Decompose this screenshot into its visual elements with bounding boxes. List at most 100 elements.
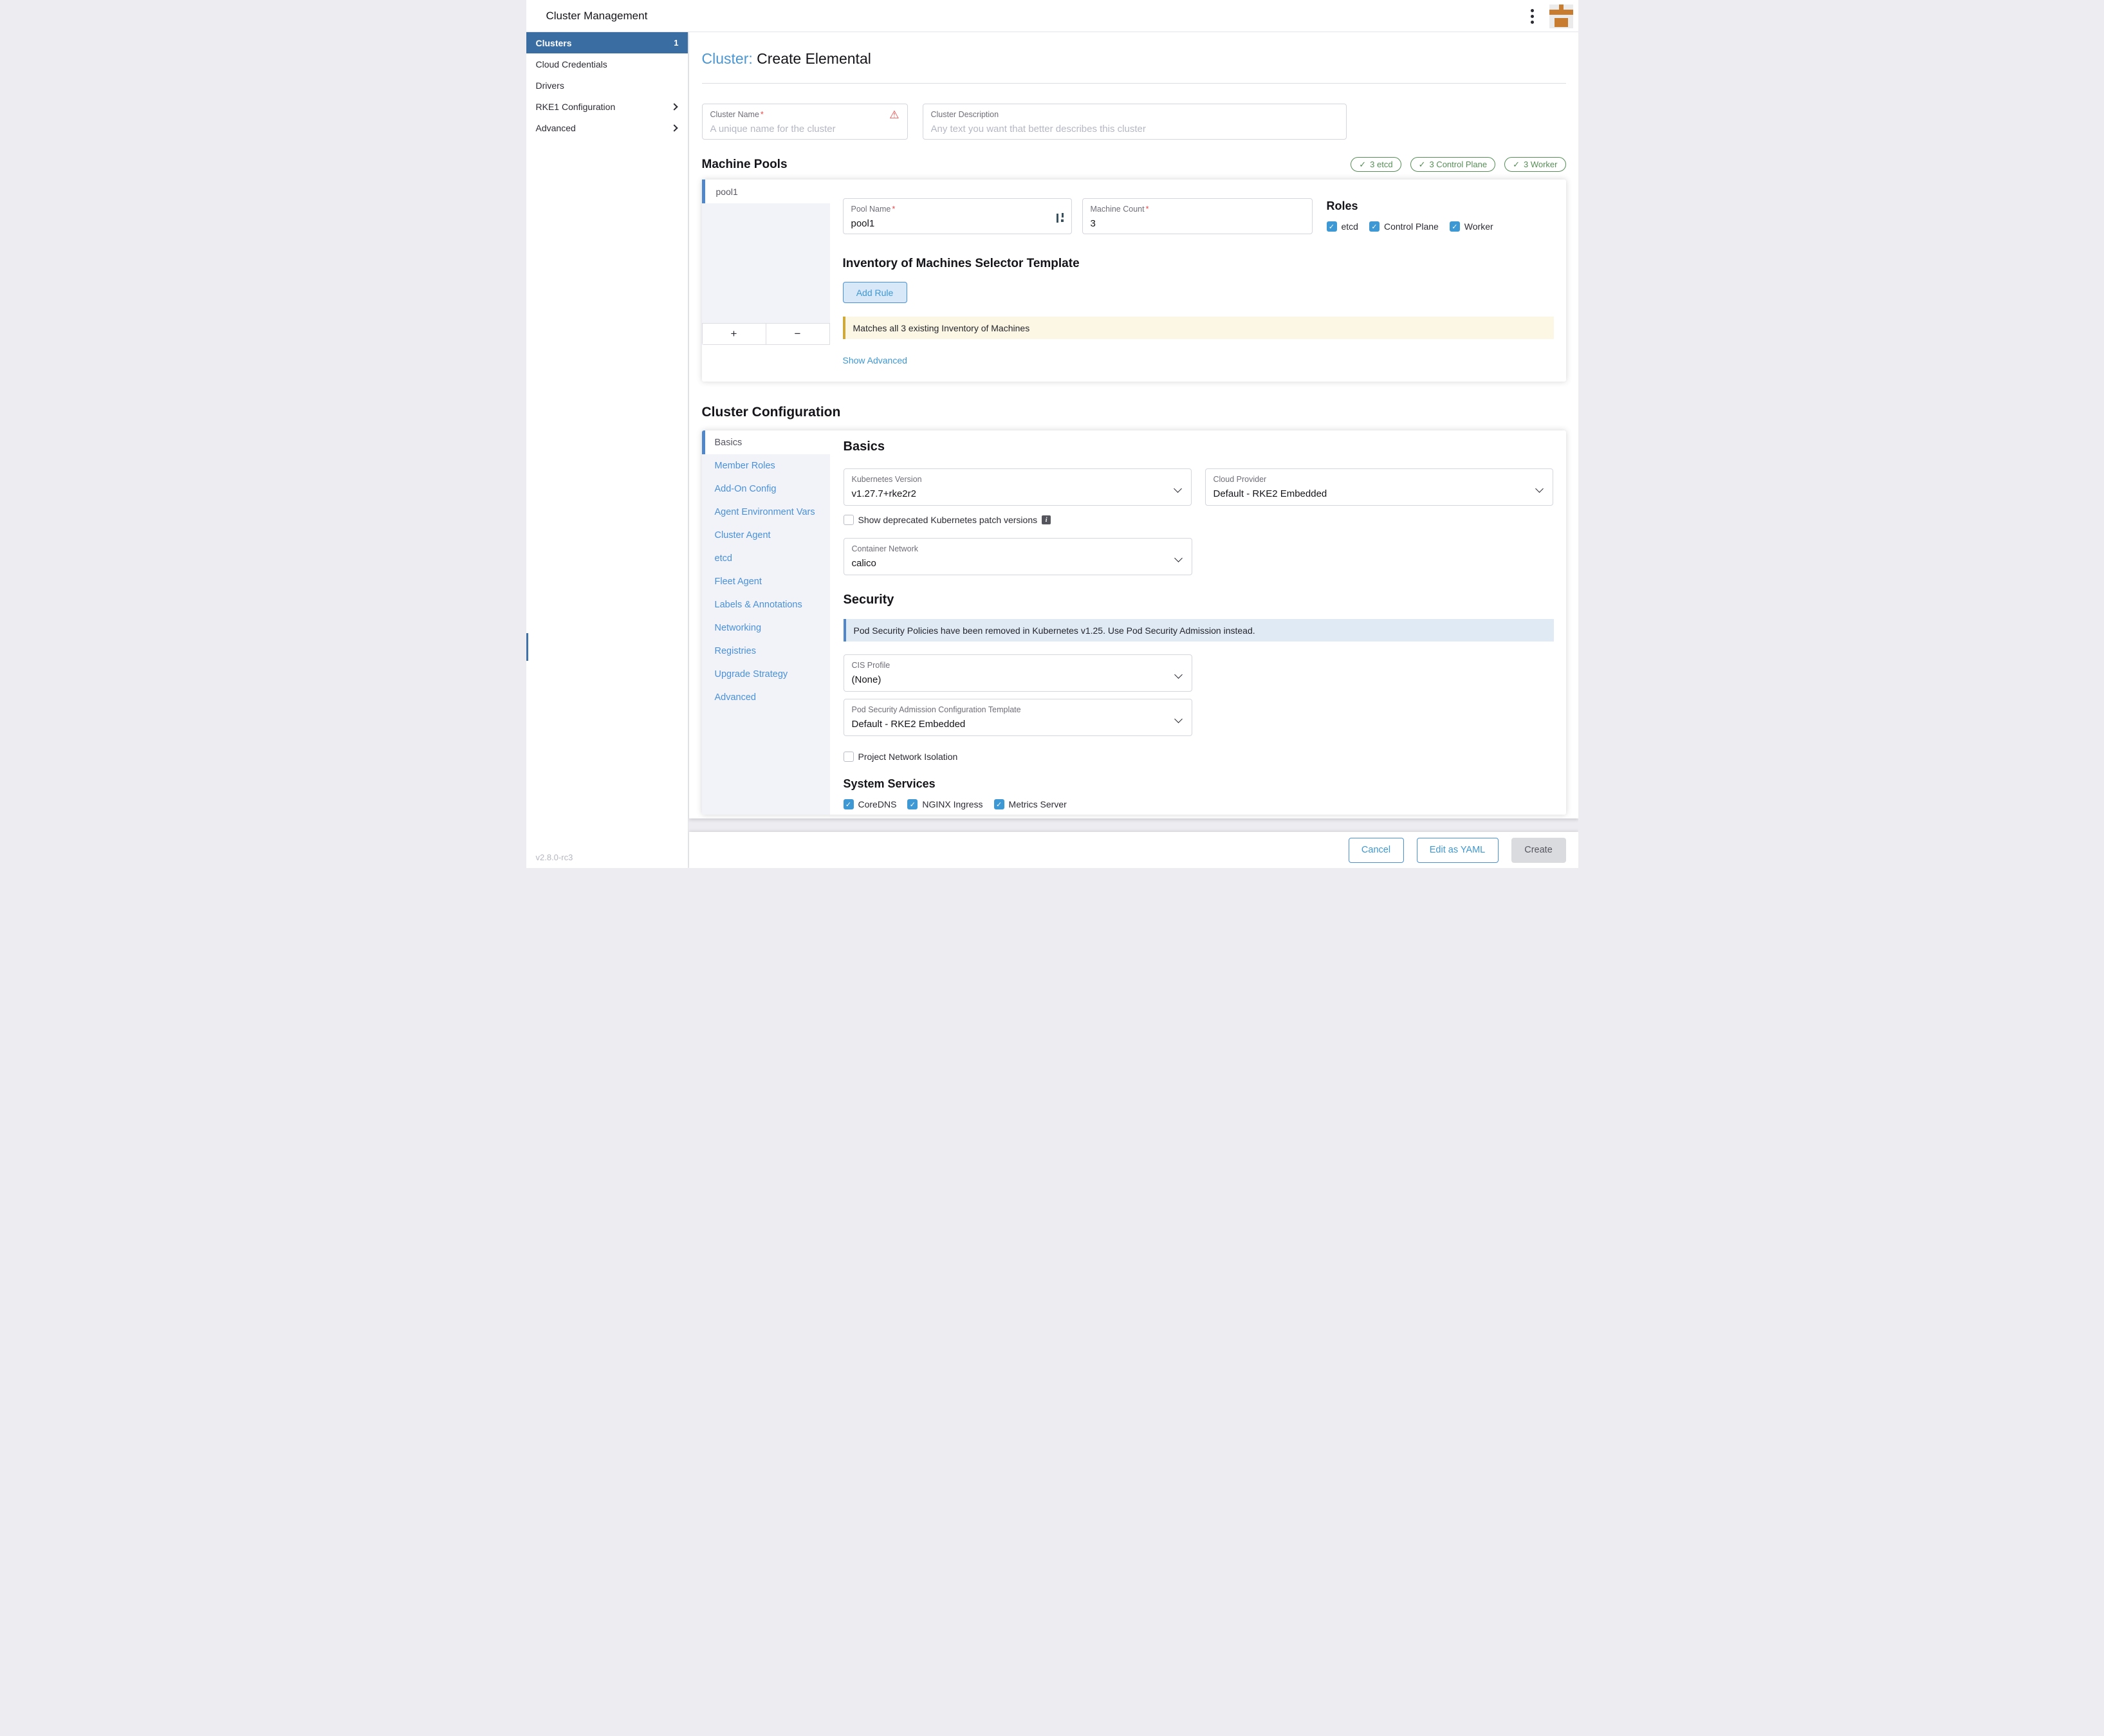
- roles-checkboxes: ✓etcd ✓Control Plane ✓Worker: [1327, 221, 1493, 232]
- config-tab-advanced[interactable]: Advanced: [702, 686, 830, 709]
- config-tab-etcd[interactable]: etcd: [702, 547, 830, 570]
- page-title-text: Create Elemental: [757, 50, 871, 67]
- pool-tab-strip: pool1 + −: [702, 180, 830, 345]
- required-asterisk: *: [892, 205, 895, 214]
- container-network-value: calico: [852, 558, 1184, 569]
- pool-name-input[interactable]: [851, 218, 1042, 229]
- checkbox-unchecked-icon: [844, 515, 854, 525]
- check-icon: ✓: [1419, 160, 1426, 170]
- roles-heading: Roles: [1327, 199, 1493, 213]
- etcd-count-badge: ✓3 etcd: [1351, 157, 1401, 172]
- sidebar-item-cloud-credentials[interactable]: Cloud Credentials: [526, 53, 688, 75]
- required-asterisk: *: [761, 110, 764, 119]
- chevron-right-icon: [670, 103, 678, 110]
- randomize-name-icon[interactable]: [1057, 213, 1064, 223]
- psa-template-value: Default - RKE2 Embedded: [852, 719, 1184, 730]
- kubernetes-version-label: Kubernetes Version: [852, 475, 1183, 484]
- pool-name-label: Pool Name*: [851, 205, 1064, 214]
- sidebar-item-label: Clusters: [536, 38, 674, 48]
- system-services-heading: System Services: [844, 777, 1553, 791]
- control-plane-count-badge: ✓3 Control Plane: [1410, 157, 1496, 172]
- content-sheet: Cluster: Create Elemental Cluster Name* …: [689, 32, 1578, 818]
- config-tab-registries[interactable]: Registries: [702, 640, 830, 663]
- sidebar-item-rke1-configuration[interactable]: RKE1 Configuration: [526, 96, 688, 117]
- cluster-configuration-card: Basics Member Roles Add-On Config Agent …: [702, 430, 1566, 815]
- psa-template-label: Pod Security Admission Configuration Tem…: [852, 705, 1184, 714]
- config-tab-add-on-config[interactable]: Add-On Config: [702, 477, 830, 501]
- role-worker-checkbox[interactable]: ✓Worker: [1450, 221, 1493, 232]
- sidebar-item-clusters[interactable]: Clusters 1: [526, 32, 688, 53]
- cluster-description-label: Cluster Description: [931, 110, 1338, 119]
- machine-count-label: Machine Count*: [1091, 205, 1304, 214]
- metrics-server-checkbox[interactable]: ✓Metrics Server: [994, 799, 1067, 809]
- config-tab-member-roles[interactable]: Member Roles: [702, 454, 830, 477]
- app-title: Cluster Management: [546, 10, 648, 23]
- cloud-provider-select[interactable]: Cloud Provider Default - RKE2 Embedded: [1205, 468, 1553, 506]
- config-tab-networking[interactable]: Networking: [702, 616, 830, 640]
- cluster-description-input[interactable]: [931, 124, 1298, 134]
- basics-heading: Basics: [844, 439, 1553, 454]
- checkbox-unchecked-icon: [844, 752, 854, 762]
- header-actions: [1525, 0, 1573, 32]
- project-network-isolation-checkbox[interactable]: Project Network Isolation: [844, 752, 1553, 762]
- cis-profile-select[interactable]: CIS Profile (None): [844, 654, 1192, 692]
- pool-fields-row: Pool Name* Machine Count* Roles ✓etcd: [843, 198, 1553, 234]
- checkbox-checked-icon: ✓: [994, 799, 1004, 809]
- info-icon[interactable]: i: [1042, 515, 1051, 524]
- checkbox-checked-icon: ✓: [1369, 221, 1380, 232]
- cis-profile-label: CIS Profile: [852, 661, 1184, 670]
- role-etcd-checkbox[interactable]: ✓etcd: [1327, 221, 1358, 232]
- brand-logo-icon[interactable]: [1549, 5, 1573, 28]
- config-body: Basics Kubernetes Version v1.27.7+rke2r2…: [830, 430, 1566, 815]
- basics-selects-row: Kubernetes Version v1.27.7+rke2r2 Cloud …: [844, 468, 1553, 506]
- config-tab-cluster-agent[interactable]: Cluster Agent: [702, 524, 830, 547]
- checkbox-checked-icon: ✓: [1327, 221, 1337, 232]
- show-advanced-link[interactable]: Show Advanced: [843, 355, 907, 365]
- sidebar-item-advanced[interactable]: Advanced: [526, 117, 688, 138]
- edit-as-yaml-button[interactable]: Edit as YAML: [1417, 838, 1499, 863]
- roles-group: Roles ✓etcd ✓Control Plane ✓Worker: [1327, 198, 1493, 234]
- pool-detail: Pool Name* Machine Count* Roles ✓etcd: [830, 180, 1566, 367]
- machine-count-input[interactable]: [1091, 218, 1283, 229]
- machine-pools-heading: Machine Pools: [702, 158, 788, 172]
- required-asterisk: *: [1146, 205, 1149, 214]
- container-network-select[interactable]: Container Network calico: [844, 538, 1192, 575]
- sidebar-item-label: Advanced: [536, 123, 672, 133]
- pod-security-banner: Pod Security Policies have been removed …: [844, 619, 1554, 642]
- sidebar-item-label: Drivers: [536, 80, 679, 91]
- sidebar-item-label: Cloud Credentials: [536, 59, 679, 69]
- cluster-configuration-heading: Cluster Configuration: [702, 405, 1566, 420]
- machine-count-field: Machine Count*: [1082, 198, 1313, 234]
- add-rule-button[interactable]: Add Rule: [843, 282, 907, 303]
- psa-template-select[interactable]: Pod Security Admission Configuration Tem…: [844, 699, 1192, 736]
- config-tab-agent-environment-vars[interactable]: Agent Environment Vars: [702, 501, 830, 524]
- coredns-checkbox[interactable]: ✓CoreDNS: [844, 799, 897, 809]
- cluster-description-field: Cluster Description: [923, 104, 1347, 140]
- cluster-name-input[interactable]: [710, 124, 881, 134]
- config-nav: Basics Member Roles Add-On Config Agent …: [702, 430, 830, 815]
- add-pool-button[interactable]: +: [703, 324, 766, 344]
- sidebar-item-label: RKE1 Configuration: [536, 102, 672, 112]
- slide-in-panel-handle[interactable]: [526, 633, 528, 661]
- cluster-form-row: Cluster Name* ⚠ Cluster Description: [702, 104, 1566, 140]
- kebab-menu-icon[interactable]: [1525, 5, 1540, 28]
- role-control-plane-checkbox[interactable]: ✓Control Plane: [1369, 221, 1439, 232]
- kubernetes-version-select[interactable]: Kubernetes Version v1.27.7+rke2r2: [844, 468, 1192, 506]
- worker-count-badge: ✓3 Worker: [1504, 157, 1565, 172]
- pool-tab-pool1[interactable]: pool1: [702, 180, 830, 203]
- machine-pools-card: pool1 + − Pool Name* Machine: [702, 180, 1566, 382]
- pool-tab-actions: + −: [702, 323, 830, 345]
- create-button[interactable]: Create: [1511, 838, 1566, 863]
- pool-name-field: Pool Name*: [843, 198, 1072, 234]
- sidebar-item-drivers[interactable]: Drivers: [526, 75, 688, 96]
- cancel-button[interactable]: Cancel: [1349, 838, 1404, 863]
- config-tab-labels-annotations[interactable]: Labels & Annotations: [702, 593, 830, 616]
- matches-banner: Matches all 3 existing Inventory of Mach…: [843, 317, 1554, 339]
- config-tab-fleet-agent[interactable]: Fleet Agent: [702, 570, 830, 593]
- config-tab-upgrade-strategy[interactable]: Upgrade Strategy: [702, 663, 830, 686]
- remove-pool-button[interactable]: −: [766, 324, 829, 344]
- show-deprecated-checkbox[interactable]: Show deprecated Kubernetes patch version…: [844, 515, 1553, 525]
- config-tab-basics[interactable]: Basics: [702, 430, 830, 454]
- page-title-prefix: Cluster:: [702, 50, 753, 67]
- nginx-ingress-checkbox[interactable]: ✓NGINX Ingress: [907, 799, 983, 809]
